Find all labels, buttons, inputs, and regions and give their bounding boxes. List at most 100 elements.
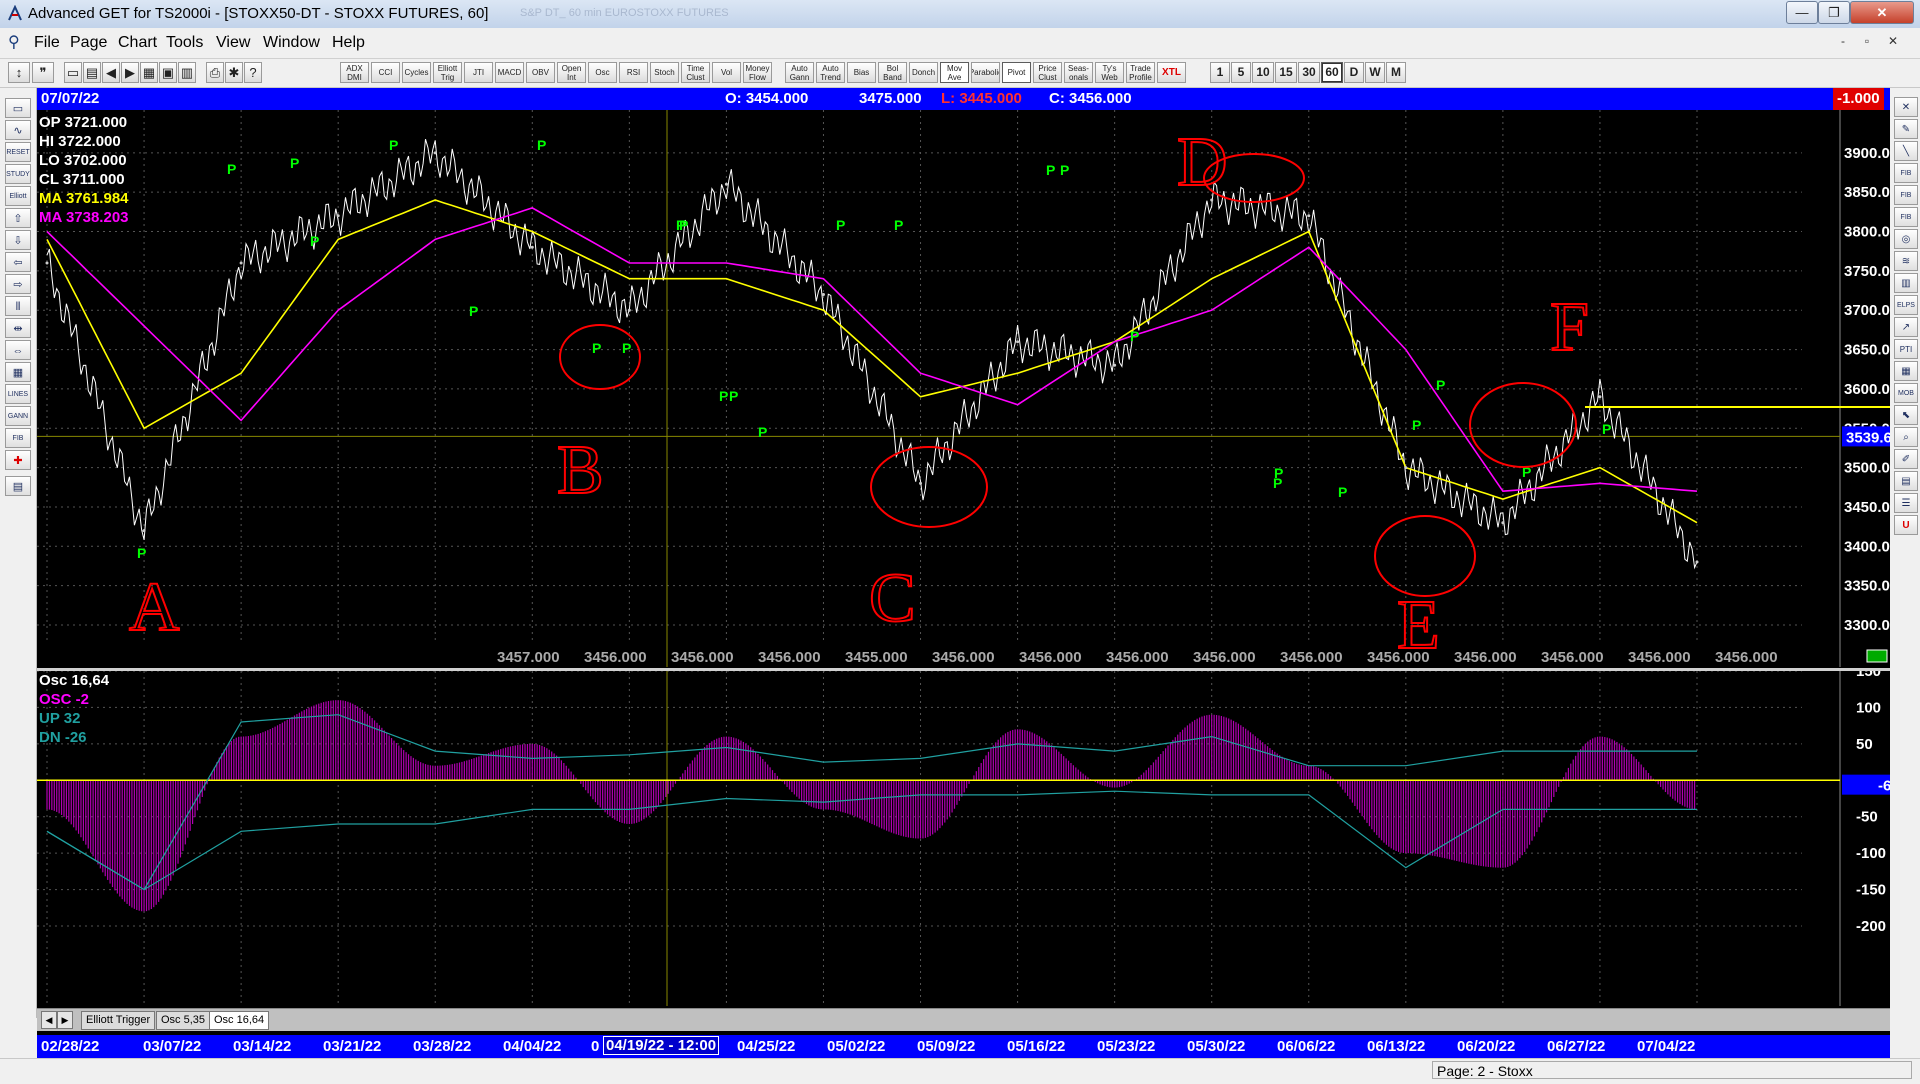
tab-prev-icon[interactable]: ◀ [41,1011,57,1029]
grid-icon[interactable]: ▦ [140,62,158,83]
timeframe-button-d[interactable]: D [1344,62,1364,83]
text-tool-icon[interactable]: ▤ [1894,471,1918,491]
timeframe-button-5[interactable]: 5 [1231,62,1251,83]
elliott-tool-icon[interactable]: Elliott [5,186,31,206]
pane-resize-icon[interactable] [1866,649,1888,663]
timeframe-button-1[interactable]: 1 [1210,62,1230,83]
forward-icon[interactable]: ▶ [121,62,139,83]
doc-icon[interactable]: ⚲ [8,32,20,52]
study-button-mov-ave[interactable]: Mov Ave [940,62,969,83]
mdi-restore-button[interactable]: ▫ [1856,33,1878,53]
study-button-cycles[interactable]: Cycles [402,62,431,83]
minimize-button[interactable]: — [1786,1,1818,24]
timeframe-button-30[interactable]: 30 [1298,62,1320,83]
back-icon[interactable]: ◀ [102,62,120,83]
list-tool-icon[interactable]: ☰ [1894,493,1918,513]
lightbulb-icon[interactable]: ✱ [225,62,243,83]
fan-tool-icon[interactable]: ≋ [1894,251,1918,271]
tab-elliott-trigger[interactable]: Elliott Trigger [81,1011,156,1030]
menu-chart[interactable]: Chart [118,34,157,52]
study-button-price-clust[interactable]: Price Clust [1033,62,1062,83]
arrow-down-icon[interactable]: ⇩ [5,230,31,250]
new-page-icon[interactable]: ▭ [64,62,82,83]
close-tool-icon[interactable]: ✕ [1894,97,1918,117]
ellipse-tool-icon[interactable]: ELPS [1894,295,1918,315]
expand-tool-icon[interactable]: ⇹ [5,318,31,338]
study-button-vol[interactable]: Vol [712,62,741,83]
study-button-pivot[interactable]: Pivot [1002,62,1031,83]
timeframe-button-10[interactable]: 10 [1252,62,1274,83]
study-button-adx-dmi[interactable]: ADX DMI [340,62,369,83]
price-pane[interactable]: 3900.000 3850.000 3800.000 3750.000 3700.000… [37,110,1890,667]
study-button-osc[interactable]: Osc [588,62,617,83]
layout-icon[interactable]: ▥ [178,62,196,83]
quote-icon[interactable]: ❞ [32,62,54,83]
study-button-bias[interactable]: Bias [847,62,876,83]
pti-icon[interactable]: PTI [1894,339,1918,359]
oscillator-chart[interactable]: 150 100 50 -50 -100 -150 -200 -6 [37,671,1890,1006]
restore-button[interactable]: ❐ [1818,1,1850,24]
study-button-xtl[interactable]: XTL [1157,62,1186,83]
study-button-ty-s-web[interactable]: Ty's Web [1095,62,1124,83]
study-button-auto-trend[interactable]: Auto Trend [816,62,845,83]
open-folder-icon[interactable]: ▭ [5,98,31,118]
study-button-cci[interactable]: CCI [371,62,400,83]
tab-next-icon[interactable]: ▶ [57,1011,73,1029]
gann-tool-icon[interactable]: GANN [5,406,31,426]
table-tool-icon[interactable]: ▦ [1894,361,1918,381]
line-tool-icon[interactable]: ╲ [1894,141,1918,161]
study-tool-icon[interactable]: STUDY [5,164,31,184]
timeframe-button-15[interactable]: 15 [1275,62,1297,83]
undo-icon[interactable]: U [1894,515,1918,535]
fib-ret-icon[interactable]: FIB [1894,163,1918,183]
pencil-icon[interactable]: ✎ [1894,119,1918,139]
study-button-money-flow[interactable]: Money Flow [743,62,772,83]
trend-tool-icon[interactable]: ↗ [1894,317,1918,337]
crosshair-icon[interactable]: ✚ [5,450,31,470]
study-button-obv[interactable]: OBV [526,62,555,83]
open-icon[interactable]: ▤ [83,62,101,83]
export-icon[interactable]: ▤ [5,476,31,496]
mdi-minimize-button[interactable]: - [1832,33,1854,53]
print-icon[interactable]: ⎙ [206,62,224,83]
study-button-rsi[interactable]: RSI [619,62,648,83]
study-button-trade-profile[interactable]: Trade Profile [1126,62,1155,83]
mob-icon[interactable]: MOB [1894,383,1918,403]
fib-tool-icon[interactable]: FIB [5,428,31,448]
timeframe-button-m[interactable]: M [1386,62,1406,83]
zoom-icon[interactable]: ⌕ [1894,427,1918,447]
cursor-icon[interactable]: ↕ [8,62,30,83]
compress-tool-icon[interactable]: ⇔ [5,340,31,360]
lines-tool-icon[interactable]: LINES [5,384,31,404]
menu-view[interactable]: View [216,34,250,52]
study-button-elliott-trig[interactable]: Elliott Trig [433,62,462,83]
study-button-seas-onals[interactable]: Seas-onals [1064,62,1093,83]
arrow-right-icon[interactable]: ⇨ [5,274,31,294]
circle-tool-icon[interactable]: ◎ [1894,229,1918,249]
menu-file[interactable]: File [34,34,60,52]
tab-osc-5-35[interactable]: Osc 5,35 [156,1011,211,1030]
menu-tools[interactable]: Tools [166,34,203,52]
close-button[interactable]: ✕ [1850,1,1914,24]
grid-tool-icon[interactable]: ▦ [5,362,31,382]
arrow-up-icon[interactable]: ⇧ [5,208,31,228]
study-button-macd[interactable]: MACD [495,62,524,83]
tile-icon[interactable]: ▣ [159,62,177,83]
bars-tool-icon[interactable]: ⫴ [5,296,31,316]
menu-page[interactable]: Page [70,34,107,52]
fib-time-icon[interactable]: FIB [1894,207,1918,227]
pointer-icon[interactable]: ⬉ [1894,405,1918,425]
study-button-stoch[interactable]: Stoch [650,62,679,83]
fib-ext-icon[interactable]: FIB [1894,185,1918,205]
arrow-left-icon[interactable]: ⇦ [5,252,31,272]
study-button-time-clust[interactable]: Time Clust [681,62,710,83]
study-button-parabolic[interactable]: Parabolic [971,62,1000,83]
price-chart[interactable]: 3900.000 3850.000 3800.000 3750.000 3700.000… [37,110,1890,667]
study-button-auto-gann[interactable]: Auto Gann [785,62,814,83]
tab-osc-16-64[interactable]: Osc 16,64 [209,1011,270,1030]
study-button-open-int[interactable]: Open Int [557,62,586,83]
timeframe-button-60[interactable]: 60 [1321,62,1343,83]
wave-tool-icon[interactable]: ∿ [5,120,31,140]
help-pointer-icon[interactable]: ? [244,62,262,83]
menu-help[interactable]: Help [332,34,365,52]
